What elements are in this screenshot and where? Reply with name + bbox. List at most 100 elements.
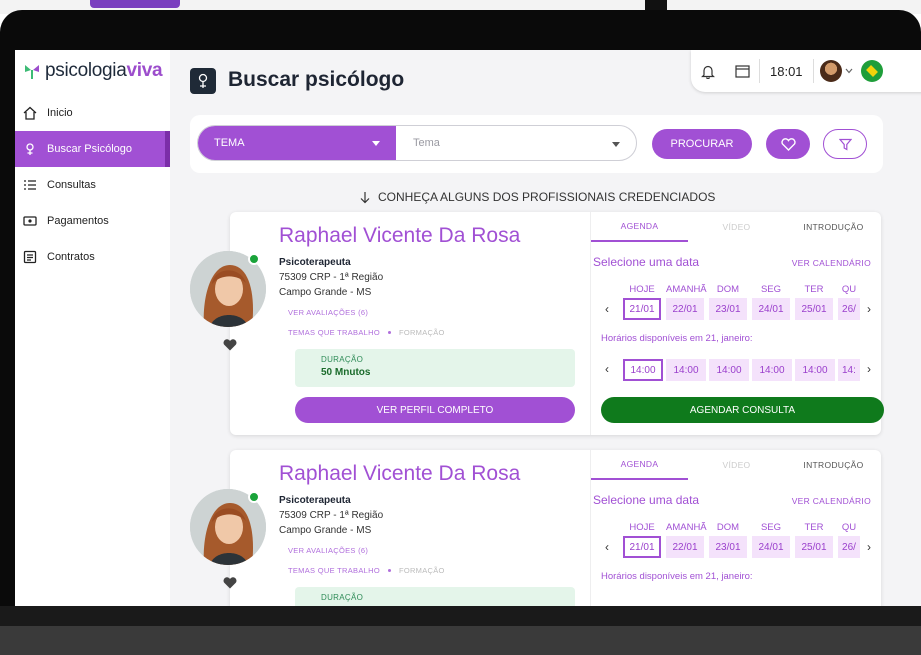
caret-down-icon[interactable] [612,142,620,147]
online-status-indicator [248,253,260,265]
psychologist-crp: 75309 CRP - 1ª Região [279,272,384,283]
logo[interactable]: psicologiaviva [23,60,163,82]
chevron-down-icon[interactable] [845,68,853,74]
day-date: 21/01 [623,298,661,320]
day-label: SEG [760,522,782,533]
day-date: 22/01 [666,536,704,558]
hour-option[interactable]: 14:00 [752,359,792,381]
date-option[interactable]: HOJE 21/01 [623,522,661,558]
sidebar-item-buscar-psicologo[interactable]: Buscar Psicólogo [15,131,170,167]
sidebar-item-consultas[interactable]: Consultas [15,167,170,203]
date-option[interactable]: DOM 23/01 [709,284,747,320]
date-option[interactable]: QU 26/ [838,284,860,320]
sidebar-item-label: Inicio [47,107,73,119]
favorite-heart-icon[interactable] [223,339,237,351]
date-option[interactable]: AMANHÃ 22/01 [666,284,707,320]
sidebar-item-inicio[interactable]: Inicio [15,95,170,131]
filter-button[interactable] [823,129,867,159]
hour-option[interactable]: 14:00 [709,359,749,381]
language-flag-icon[interactable] [860,60,883,82]
user-avatar[interactable] [819,60,842,82]
tema-select[interactable]: TEMA [198,126,396,160]
day-label: QU [841,522,857,533]
tab-video[interactable]: VÍDEO [688,450,785,480]
tema-select-label: TEMA [214,137,245,149]
date-option[interactable]: TER 25/01 [795,522,833,558]
reviews-link[interactable]: VER AVALIAÇÕES (6) [288,308,368,317]
tab-introducao[interactable]: INTRODUÇÃO [785,450,882,480]
top-band [90,0,180,8]
day-date: 26/ [838,536,860,558]
day-date: 22/01 [666,298,704,320]
chevron-left-icon[interactable]: ‹ [605,362,609,376]
duration-box: DURAÇÃO [295,587,575,606]
chevron-left-icon[interactable]: ‹ [605,540,609,554]
device-base [0,626,921,655]
hour-picker: ‹ 14:00 14:00 14:00 14:00 14:00 14: › [601,359,882,385]
sidebar-item-label: Consultas [47,179,96,191]
formation-link[interactable]: FORMAÇÃO [399,566,445,575]
scheduling-panel: AGENDA VÍDEO INTRODUÇÃO Selecione uma da… [590,212,884,435]
date-option[interactable]: DOM 23/01 [709,522,747,558]
psychologist-name[interactable]: Raphael Vicente Da Rosa [279,224,520,248]
day-label: AMANHÃ [666,522,707,533]
sidebar-item-pagamentos[interactable]: Pagamentos [15,203,170,239]
day-date: 23/01 [709,298,747,320]
separator-dot [387,331,391,334]
sidebar: psicologiaviva Inicio Buscar Psicólogo C… [15,50,170,606]
hour-option[interactable]: 14:00 [623,359,663,381]
caret-down-icon [372,141,380,146]
psychologist-card: Raphael Vicente Da Rosa Psicoterapeuta 7… [190,450,881,606]
clock-time: 18:01 [770,63,803,79]
date-option[interactable]: TER 25/01 [795,284,833,320]
sidebar-nav: Inicio Buscar Psicólogo Consultas Pagame… [15,95,170,275]
logo-icon [25,65,39,79]
day-label: DOM [716,284,740,295]
page-title-icon [190,68,216,94]
psychologist-city: Campo Grande - MS [279,287,372,298]
formation-link[interactable]: FORMAÇÃO [399,328,445,337]
chevron-right-icon[interactable]: › [867,302,871,316]
hour-option[interactable]: 14:00 [795,359,835,381]
themes-link[interactable]: TEMAS QUE TRABALHO [288,328,380,337]
chevron-left-icon[interactable]: ‹ [605,302,609,316]
select-date-label: Selecione uma data [593,255,700,269]
hour-option[interactable]: 14: [838,359,860,381]
date-option[interactable]: SEG 24/01 [752,284,790,320]
view-calendar-link[interactable]: VER CALENDÁRIO [792,496,871,506]
calendar-button[interactable] [725,50,759,92]
tema-input[interactable]: Tema [413,137,440,149]
reviews-link[interactable]: VER AVALIAÇÕES (6) [288,546,368,555]
chevron-right-icon[interactable]: › [867,540,871,554]
view-profile-button[interactable]: VER PERFIL COMPLETO [295,397,575,423]
schedule-appointment-button[interactable]: AGENDAR CONSULTA [601,397,884,423]
themes-link[interactable]: TEMAS QUE TRABALHO [288,566,380,575]
procurar-button[interactable]: PROCURAR [652,129,752,159]
psychologist-role: Psicoterapeuta [279,495,351,506]
psychologist-crp: 75309 CRP - 1ª Região [279,510,384,521]
search-panel: TEMA Tema PROCURAR [190,115,883,173]
hour-option[interactable]: 14:00 [666,359,706,381]
scheduling-panel: AGENDA VÍDEO INTRODUÇÃO Selecione uma da… [590,450,881,606]
view-calendar-link[interactable]: VER CALENDÁRIO [792,258,871,268]
search-box: TEMA Tema [197,125,637,161]
tab-agenda[interactable]: AGENDA [591,212,688,242]
favorites-button[interactable] [766,129,810,159]
device-bottom-edge [0,606,921,626]
filter-icon [838,138,852,151]
payment-icon [23,216,37,226]
psychologist-name[interactable]: Raphael Vicente Da Rosa [279,462,520,486]
list-icon [24,180,36,190]
notification-button[interactable] [691,50,725,92]
tab-agenda[interactable]: AGENDA [591,450,688,480]
duration-box: DURAÇÃO 50 Mnutos [295,349,575,387]
tab-video[interactable]: VÍDEO [688,212,785,242]
favorite-heart-icon[interactable] [223,577,237,589]
chevron-right-icon[interactable]: › [867,362,871,376]
date-option[interactable]: AMANHÃ 22/01 [666,522,707,558]
tab-introducao[interactable]: INTRODUÇÃO [785,212,882,242]
date-option[interactable]: HOJE 21/01 [623,284,661,320]
date-option[interactable]: SEG 24/01 [752,522,790,558]
sidebar-item-contratos[interactable]: Contratos [15,239,170,275]
date-option[interactable]: QU 26/ [838,522,860,558]
